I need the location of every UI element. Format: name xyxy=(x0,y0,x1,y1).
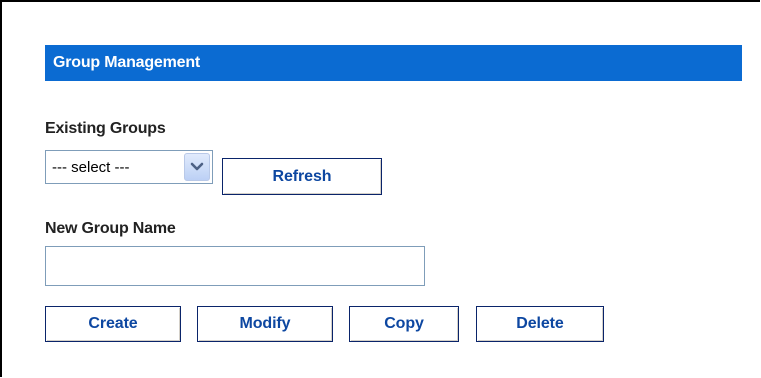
existing-groups-label: Existing Groups xyxy=(45,120,166,137)
new-group-name-label: New Group Name xyxy=(45,220,176,237)
delete-button[interactable]: Delete xyxy=(476,306,604,342)
chevron-down-icon[interactable] xyxy=(184,153,210,181)
refresh-button[interactable]: Refresh xyxy=(222,158,382,195)
section-title: Group Management xyxy=(53,54,201,71)
group-management-panel: Group Management Existing Groups --- sel… xyxy=(0,0,760,377)
new-group-name-input[interactable] xyxy=(45,246,425,286)
modify-button[interactable]: Modify xyxy=(197,306,333,342)
section-header: Group Management xyxy=(45,45,742,81)
create-button[interactable]: Create xyxy=(45,306,181,342)
existing-groups-selected-value: --- select --- xyxy=(52,158,130,176)
existing-groups-select[interactable]: --- select --- xyxy=(45,150,213,184)
copy-button[interactable]: Copy xyxy=(349,306,459,342)
chevron-down-icon-glyph xyxy=(190,162,204,171)
